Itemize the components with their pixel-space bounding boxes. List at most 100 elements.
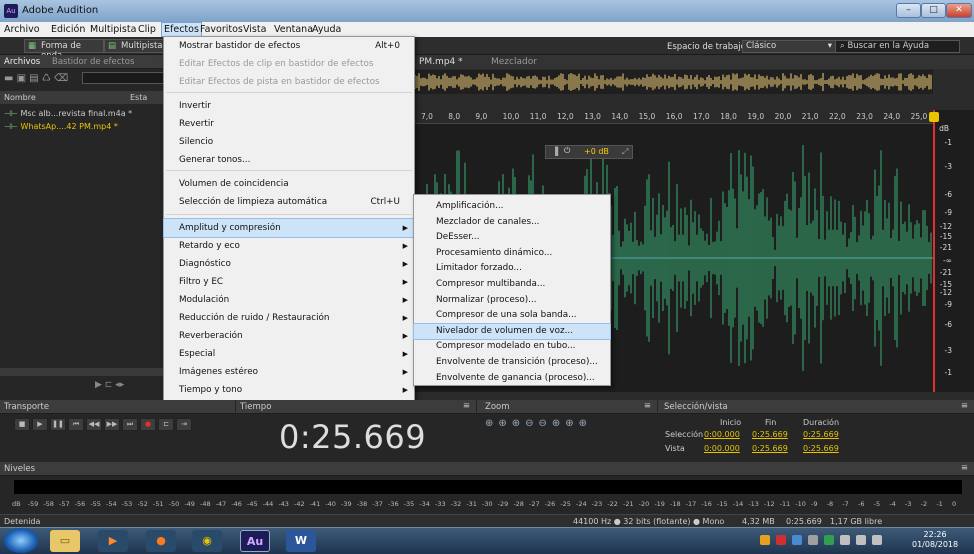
submenu-item[interactable]: Mezclador de canales... [414, 215, 610, 230]
submenu-item[interactable]: Procesamiento dinámico... [414, 246, 610, 261]
effects-menu-item[interactable]: Selección de limpieza automática Ctrl+U [164, 193, 414, 211]
files-scrollbar[interactable] [0, 368, 168, 376]
panel-menu-icon[interactable]: ≡ [961, 401, 968, 411]
volume-hud[interactable]: ▐ ⏻ +0 dB ⤢ [545, 145, 633, 159]
effects-menu-item[interactable]: Amplitud y compresión ▶ [163, 218, 415, 238]
pin-icon[interactable]: ⤢ [622, 147, 628, 157]
submenu-item[interactable]: Nivelador de volumen de voz... [413, 322, 611, 340]
tray-icon[interactable] [792, 535, 802, 545]
tab-archivos[interactable]: Archivos [4, 57, 40, 67]
submenu-item[interactable]: Compresor de una sola banda... [414, 308, 610, 323]
submenu-item[interactable]: Envolvente de transición (proceso)... [414, 355, 610, 370]
playhead-handle[interactable] [929, 112, 939, 122]
tray-icon[interactable] [760, 535, 770, 545]
submenu-item[interactable]: Normalizar (proceso)... [414, 293, 610, 308]
submenu-item[interactable]: Compresor multibanda... [414, 277, 610, 292]
menu-multipista[interactable]: Multipista [90, 24, 136, 35]
media-player-icon[interactable]: ▶ [98, 530, 128, 552]
audition-taskbar-icon[interactable]: Au [240, 530, 270, 552]
pause-button[interactable]: ❚❚ [50, 418, 66, 431]
menu-efectos[interactable]: Efectos [161, 22, 202, 37]
file-item[interactable]: ⊣⊢ WhatsAp....42 PM.mp4 * [4, 122, 118, 131]
zoom-buttons[interactable]: ⊕⊕⊕⊖⊖⊕⊕⊕ [485, 418, 592, 429]
start-button[interactable] [4, 528, 38, 553]
volume-knob-icon[interactable]: ⏻ [564, 146, 570, 156]
menu-ventana[interactable]: Ventana [274, 24, 313, 35]
panel-menu-icon[interactable]: ≡ [644, 401, 651, 411]
effects-menu-item[interactable]: Diagnóstico ▶ [164, 255, 414, 273]
help-search-input[interactable]: ⌕ Buscar en la Ayuda [835, 40, 960, 53]
chrome-icon[interactable]: ◉ [192, 530, 222, 552]
record-button[interactable]: ● [140, 418, 156, 431]
stop-button[interactable]: ■ [14, 418, 30, 431]
effects-menu-item[interactable]: Volumen de coincidencia [164, 175, 414, 193]
effects-menu-item[interactable]: Generar tonos... [164, 151, 414, 169]
tab-editor-file[interactable]: PM.mp4 * [419, 57, 463, 67]
minimize-button[interactable]: – [896, 3, 921, 18]
tray-icon[interactable] [776, 535, 786, 545]
multitrack-button[interactable]: ▤ Multipista [104, 39, 166, 53]
submenu-item[interactable]: Envolvente de ganancia (proceso)... [414, 371, 610, 386]
workspace-select[interactable]: Clásico ▾ [742, 40, 836, 53]
effects-menu-item[interactable]: Reducción de ruido / Restauración ▶ [164, 309, 414, 327]
go-end-button[interactable]: ⏭ [122, 418, 138, 431]
menu-vista[interactable]: Vista [243, 24, 266, 35]
word-icon[interactable]: W [286, 530, 316, 552]
effects-menu-item[interactable]: Especial ▶ [164, 345, 414, 363]
waveform-overview[interactable] [413, 70, 933, 94]
tab-mixer[interactable]: Mezclador [491, 57, 537, 67]
effects-menu-item[interactable]: Reverberación ▶ [164, 327, 414, 345]
selection-start-value[interactable]: 0:00.000 [704, 430, 740, 439]
panel-menu-icon[interactable]: ≡ [463, 401, 470, 411]
menu-archivo[interactable]: Archivo [4, 24, 40, 35]
go-start-button[interactable]: ⏮ [68, 418, 84, 431]
menu-clip[interactable]: Clip [138, 24, 156, 35]
effects-menu-item[interactable]: Invertir [164, 97, 414, 115]
menu-ayuda[interactable]: Ayuda [312, 24, 341, 35]
time-ruler[interactable]: 7,0 8,0 9,0 10,0 11,0 12,0 13,0 14,0 15,0 16,0 17,… [413, 110, 933, 124]
skip-button[interactable]: ⇥ [176, 418, 192, 431]
waveform-button[interactable]: ▦Forma de onda [24, 39, 104, 61]
column-name[interactable]: Nombre [4, 93, 36, 102]
effects-menu-item[interactable]: Mostrar bastidor de efectos Alt+0 [164, 37, 414, 55]
effects-menu-item[interactable]: Filtro y EC ▶ [164, 273, 414, 291]
rewind-button[interactable]: ◀◀ [86, 418, 102, 431]
network-icon[interactable] [840, 535, 850, 545]
playhead[interactable] [933, 110, 935, 392]
effects-menu-item[interactable]: Modulación ▶ [164, 291, 414, 309]
submenu-item[interactable]: DeEsser... [414, 230, 610, 245]
effects-menu-item[interactable]: Tiempo y tono ▶ [164, 381, 414, 399]
fast-forward-button[interactable]: ▶▶ [104, 418, 120, 431]
volume-icon[interactable] [872, 535, 882, 545]
submenu-item[interactable]: Amplificación... [414, 199, 610, 214]
effects-menu-item[interactable]: Retardo y eco ▶ [164, 237, 414, 255]
file-item[interactable]: ⊣⊢ Msc alb...revista final.m4a * [4, 109, 132, 118]
view-start-value[interactable]: 0:00.000 [704, 444, 740, 453]
menu-edicion[interactable]: Edición [51, 24, 85, 35]
effects-menu-item[interactable]: Imágenes estéreo ▶ [164, 363, 414, 381]
view-duration-value[interactable]: 0:25.669 [803, 444, 839, 453]
file-search-input[interactable] [82, 72, 168, 84]
selection-duration-value[interactable]: 0:25.669 [803, 430, 839, 439]
flag-icon[interactable] [856, 535, 866, 545]
file-panel-controls[interactable]: ▶ ⊏ ◂▸ [95, 380, 124, 390]
tab-effects-rack[interactable]: Bastidor de efectos [52, 57, 134, 67]
effects-menu-item[interactable]: Silencio [164, 133, 414, 151]
play-button[interactable]: ▶ [32, 418, 48, 431]
loop-button[interactable]: ⊏ [158, 418, 174, 431]
submenu-item[interactable]: Compresor modelado en tubo... [414, 339, 610, 354]
effects-menu-item[interactable]: Revertir [164, 115, 414, 133]
file-explorer-icon[interactable]: ▭ [50, 530, 80, 552]
close-button[interactable]: ✕ [946, 3, 972, 18]
taskbar-clock[interactable]: 22:26 01/08/2018 [912, 530, 958, 550]
tray-icon[interactable] [808, 535, 818, 545]
selection-end-value[interactable]: 0:25.669 [752, 430, 788, 439]
file-tools-icons[interactable]: ▬ ▣ ▤ ♺ ⌫ [4, 73, 68, 84]
firefox-icon[interactable]: ● [146, 530, 176, 552]
panel-menu-icon[interactable]: ≡ [961, 463, 968, 473]
maximize-button[interactable]: □ [921, 3, 946, 18]
tray-icon[interactable] [824, 535, 834, 545]
view-end-value[interactable]: 0:25.669 [752, 444, 788, 453]
submenu-item[interactable]: Limitador forzado... [414, 261, 610, 276]
column-state[interactable]: Esta [130, 93, 147, 102]
